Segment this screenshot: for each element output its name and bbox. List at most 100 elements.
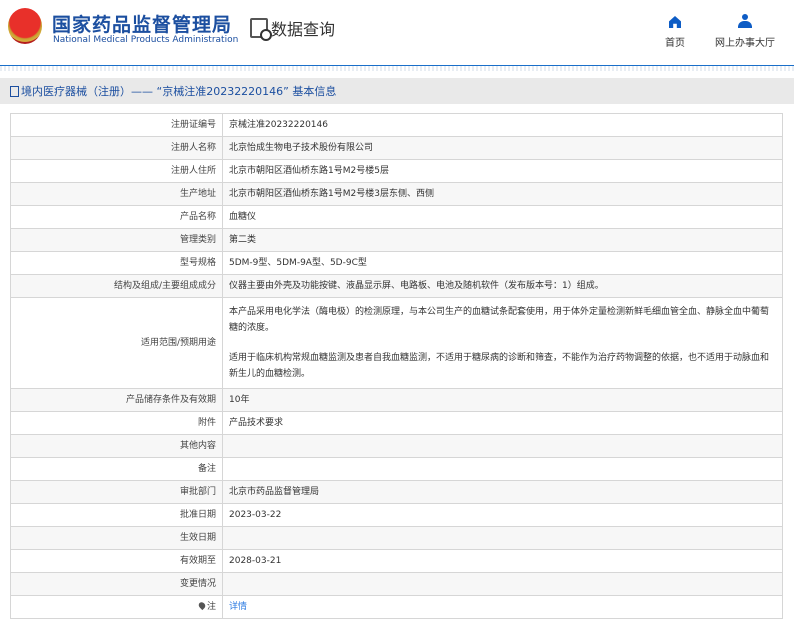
data-query-label: 数据查询	[271, 20, 336, 39]
table-row: 生效日期	[10, 526, 783, 550]
row-label-text: 有效期至	[179, 556, 216, 566]
user-icon	[738, 14, 752, 28]
nav-online-hall[interactable]: 网上办事大厅	[715, 12, 775, 49]
row-value-text: 北京怡成生物电子技术股份有限公司	[229, 143, 374, 153]
divider	[0, 66, 794, 71]
row-label-text: 批准日期	[179, 510, 216, 520]
table-row: 结构及组成/主要组成成分 仪器主要由外壳及功能按键、液晶显示屏、电路板、电池及随机…	[10, 274, 783, 298]
pin-icon	[197, 600, 207, 611]
row-label-text: 注	[206, 602, 216, 612]
table-row: 批准日期 2023-03-22	[10, 503, 783, 527]
row-label-text: 型号规格	[179, 258, 216, 268]
row-value: 2028-03-21	[222, 549, 783, 573]
row-value-text: 仪器主要由外壳及功能按键、液晶显示屏、电路板、电池及随机软件（发布版本号：1）组…	[229, 281, 604, 291]
row-label: 注册人住所	[10, 159, 223, 183]
row-value-text: 北京市朝阳区酒仙桥东路1号M2号楼3层东侧、西侧	[229, 189, 434, 199]
nav-home[interactable]: 首页	[665, 12, 685, 49]
row-value-text: 2023-03-22	[229, 510, 282, 520]
row-value: 北京市朝阳区酒仙桥东路1号M2号楼5层	[222, 159, 783, 183]
table-row: 管理类别 第二类	[10, 228, 783, 252]
detail-table: 注册证编号 京械注准20232220146 注册人名称 北京怡成生物电子技术股份有限公…	[10, 113, 783, 619]
site-header: 国家药品监督管理局 National Medical Products Admi…	[0, 0, 794, 66]
row-label: 生效日期	[10, 526, 223, 550]
table-row: 其他内容	[10, 434, 783, 458]
row-value: 第二类	[222, 228, 783, 252]
breadcrumb: 境内医疗器械（注册）—— “京械注准20232220146” 基本信息	[0, 78, 794, 104]
table-row: 适用范围/预期用途 本产品采用电化学法（酶电极）的检测原理，与本公司生产的血糖试条…	[10, 297, 783, 389]
table-row: 型号规格 5DM-9型、5DM-9A型、5D-9C型	[10, 251, 783, 275]
row-label: 其他内容	[10, 434, 223, 458]
row-value: 详情	[222, 595, 783, 619]
row-label: 注册人名称	[10, 136, 223, 160]
table-row: 产品储存条件及有效期 10年	[10, 388, 783, 412]
row-label-text: 结构及组成/主要组成成分	[113, 281, 216, 291]
row-value: 产品技术要求	[222, 411, 783, 435]
row-value: 京械注准20232220146	[222, 113, 783, 137]
row-label: 变更情况	[10, 572, 223, 596]
table-row: 变更情况	[10, 572, 783, 596]
row-label-text: 注册人住所	[170, 166, 216, 176]
row-label-text: 适用范围/预期用途	[140, 338, 216, 348]
row-label-text: 附件	[197, 418, 216, 428]
row-value: 5DM-9型、5DM-9A型、5D-9C型	[222, 251, 783, 275]
document-icon	[10, 85, 19, 97]
row-label: 备注	[10, 457, 223, 481]
row-value-paragraph: 适用于临床机构常规血糖监测及患者自我血糖监测，不适用于糖尿病的诊断和筛查，不能作…	[229, 353, 770, 379]
row-value: 北京市朝阳区酒仙桥东路1号M2号楼3层东侧、西侧	[222, 182, 783, 206]
table-row: 审批部门 北京市药品监督管理局	[10, 480, 783, 504]
details-link[interactable]: 详情	[229, 602, 247, 612]
row-value-text: 2028-03-21	[229, 556, 282, 566]
row-value: 北京怡成生物电子技术股份有限公司	[222, 136, 783, 160]
table-row: 注册证编号 京械注准20232220146	[10, 113, 783, 137]
row-value-paragraph: 本产品采用电化学法（酶电极）的检测原理，与本公司生产的血糖试条配套使用，用于体外…	[229, 307, 770, 333]
table-row: 注 详情	[10, 595, 783, 619]
data-query-title: 数据查询	[250, 16, 336, 41]
national-emblem-logo	[8, 8, 42, 44]
row-label: 注	[10, 595, 223, 619]
row-label-text: 产品名称	[179, 212, 216, 222]
row-label-text: 审批部门	[179, 487, 216, 497]
row-label: 生产地址	[10, 182, 223, 206]
nav-home-label: 首页	[665, 38, 685, 49]
row-value	[222, 526, 783, 550]
row-value-text: 血糖仪	[229, 212, 257, 222]
home-icon	[669, 16, 681, 28]
row-value: 2023-03-22	[222, 503, 783, 527]
row-value-text: 第二类	[229, 235, 257, 245]
row-label: 型号规格	[10, 251, 223, 275]
row-value: 仪器主要由外壳及功能按键、液晶显示屏、电路板、电池及随机软件（发布版本号：1）组…	[222, 274, 783, 298]
row-label-text: 变更情况	[179, 579, 216, 589]
row-label-text: 注册证编号	[170, 120, 216, 130]
row-label: 批准日期	[10, 503, 223, 527]
row-value-text: 京械注准20232220146	[229, 120, 328, 130]
site-title: 国家药品监督管理局	[52, 14, 233, 36]
row-value: 血糖仪	[222, 205, 783, 229]
row-value: 本产品采用电化学法（酶电极）的检测原理，与本公司生产的血糖试条配套使用，用于体外…	[222, 297, 783, 389]
row-label-text: 生效日期	[179, 533, 216, 543]
row-value	[222, 434, 783, 458]
row-label-text: 管理类别	[179, 235, 216, 245]
table-row: 注册人住所 北京市朝阳区酒仙桥东路1号M2号楼5层	[10, 159, 783, 183]
site-subtitle: National Medical Products Administration	[53, 35, 239, 45]
row-value	[222, 457, 783, 481]
breadcrumb-text: 境内医疗器械（注册）—— “京械注准20232220146” 基本信息	[21, 85, 337, 98]
table-row: 注册人名称 北京怡成生物电子技术股份有限公司	[10, 136, 783, 160]
table-row: 有效期至 2028-03-21	[10, 549, 783, 573]
row-value: 北京市药品监督管理局	[222, 480, 783, 504]
row-label-text: 备注	[197, 464, 216, 474]
table-row: 产品名称 血糖仪	[10, 205, 783, 229]
row-label: 注册证编号	[10, 113, 223, 137]
row-value	[222, 572, 783, 596]
row-label: 审批部门	[10, 480, 223, 504]
row-label-text: 其他内容	[179, 441, 216, 451]
search-document-icon	[250, 18, 272, 41]
table-row: 生产地址 北京市朝阳区酒仙桥东路1号M2号楼3层东侧、西侧	[10, 182, 783, 206]
row-label: 管理类别	[10, 228, 223, 252]
row-label: 适用范围/预期用途	[10, 297, 223, 389]
row-label-text: 注册人名称	[170, 143, 216, 153]
nav-online-hall-label: 网上办事大厅	[715, 38, 775, 49]
row-value-text: 北京市药品监督管理局	[229, 487, 320, 497]
row-value-text: 5DM-9型、5DM-9A型、5D-9C型	[229, 258, 367, 268]
row-label-text: 生产地址	[179, 189, 216, 199]
row-label: 有效期至	[10, 549, 223, 573]
